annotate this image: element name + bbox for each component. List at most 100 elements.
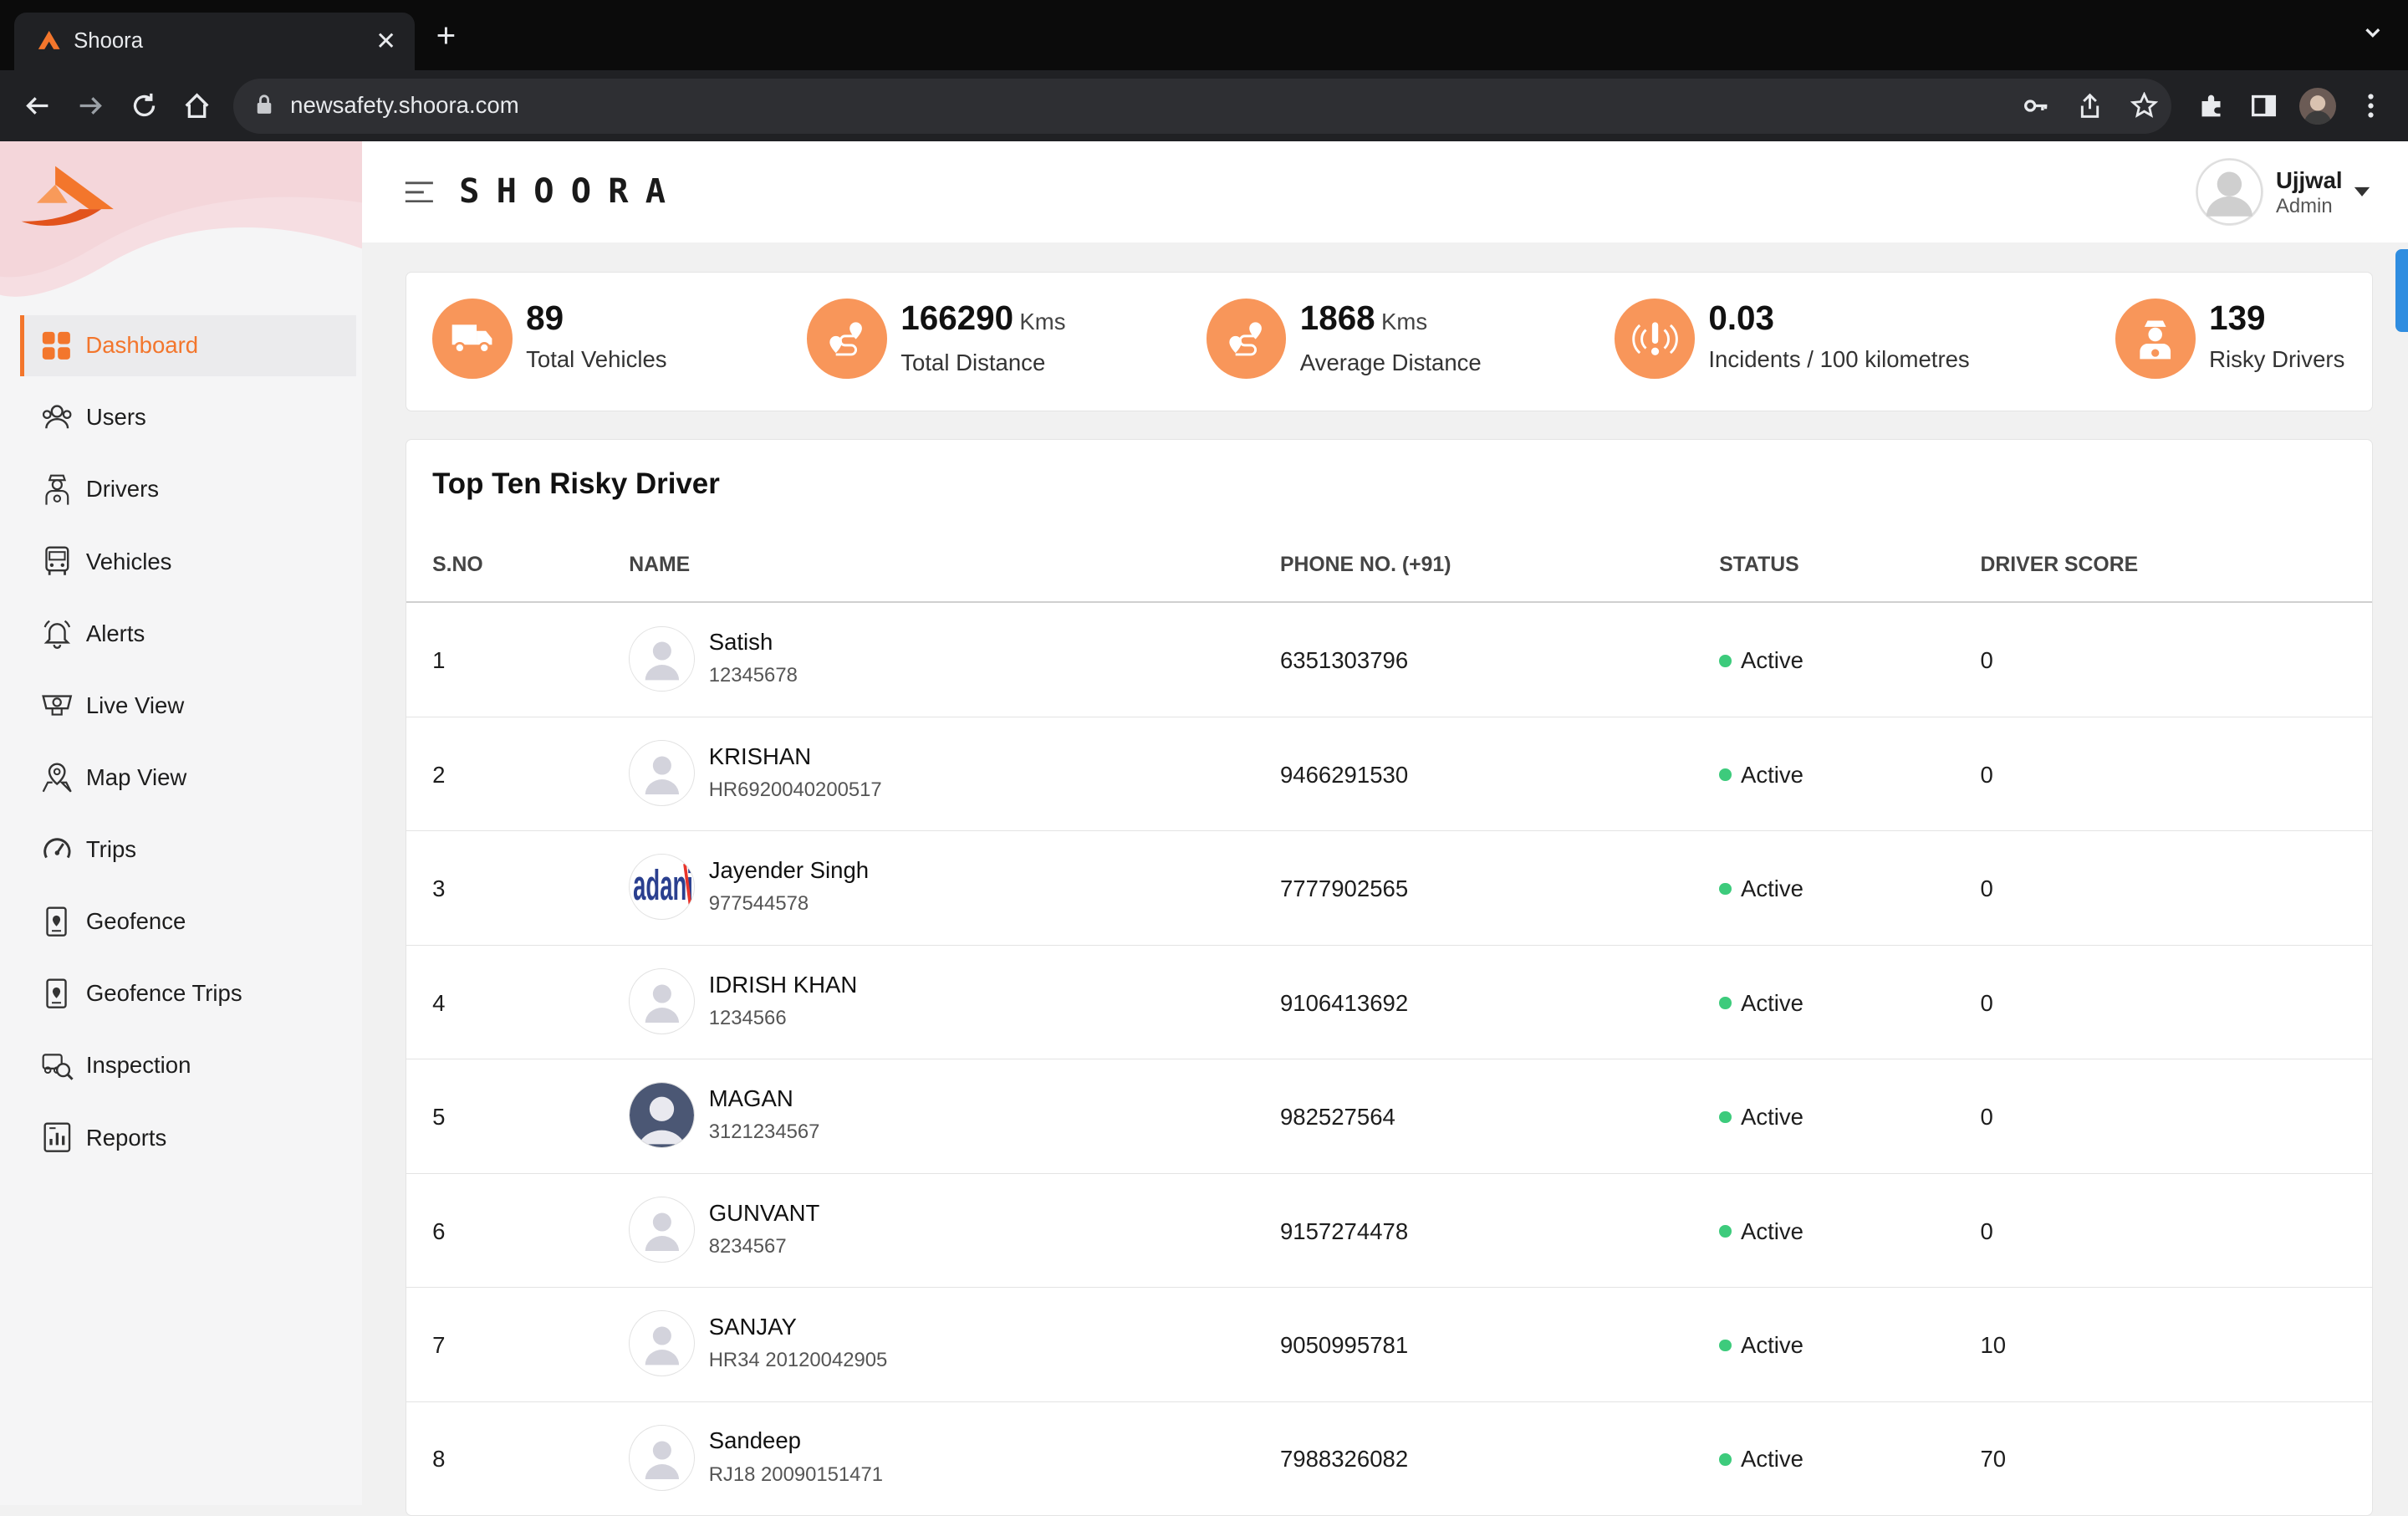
- table-row[interactable]: 2 KRISHAN HR6920040200517 9466291530 Active 0: [406, 717, 2372, 832]
- sidebar-item-vehicles[interactable]: Vehicles: [20, 531, 356, 592]
- driver-avatar: [629, 967, 696, 1034]
- status-badge: Active: [1719, 762, 1803, 789]
- sidebar-item-drivers[interactable]: Drivers: [20, 459, 356, 520]
- caret-down-icon[interactable]: [2353, 186, 2371, 198]
- user-avatar[interactable]: [2196, 158, 2264, 226]
- sidebar-item-users[interactable]: Users: [20, 387, 356, 448]
- row-sno: 5: [432, 1104, 446, 1131]
- tab-search-chevron-icon[interactable]: [2362, 22, 2384, 43]
- sidebar-item-trips[interactable]: Trips: [20, 819, 356, 880]
- sidebar-item-label: Geofence: [85, 908, 186, 935]
- stat-value: 139: [2209, 299, 2266, 338]
- back-icon[interactable]: [18, 88, 55, 125]
- browser-tabbar: Shoora ✕ +: [0, 0, 2408, 71]
- driver-name[interactable]: SANJAY: [709, 1314, 797, 1340]
- row-sno: 4: [432, 989, 446, 1016]
- stat-value: 89: [526, 299, 564, 338]
- stat-value: 166290: [900, 299, 1014, 338]
- forward-icon[interactable]: [72, 88, 109, 125]
- home-icon[interactable]: [178, 88, 215, 125]
- table-row[interactable]: 4 IDRISH KHAN 1234566 9106413692 Active 0: [406, 945, 2372, 1060]
- driver-id: RJ18 20090151471: [708, 1462, 883, 1486]
- driver-phone: 9050995781: [1279, 1332, 1409, 1359]
- driver-score: 70: [1980, 1446, 2007, 1473]
- url-text: newsafety.shoora.com: [290, 92, 519, 119]
- status-badge: Active: [1719, 875, 1803, 902]
- driver-name[interactable]: IDRISH KHAN: [709, 972, 858, 998]
- tab-title: Shoora: [74, 29, 144, 54]
- sidebar-item-map-view[interactable]: Map View: [20, 747, 356, 808]
- column-header-driver-score: DRIVER SCORE: [1980, 554, 2139, 577]
- sidebar-item-reports[interactable]: Reports: [20, 1107, 356, 1168]
- driver-name[interactable]: Satish: [709, 629, 773, 656]
- sidebar-item-dashboard[interactable]: Dashboard: [19, 314, 357, 376]
- users-icon: [40, 401, 74, 434]
- side-panel-icon[interactable]: [2245, 88, 2282, 125]
- sidebar-item-label: Trips: [85, 836, 137, 863]
- status-dot-icon: [1719, 1110, 1732, 1124]
- status-dot-icon: [1719, 654, 1732, 667]
- sidebar-item-geofence[interactable]: Geofence: [20, 891, 356, 952]
- share-icon[interactable]: [2072, 88, 2109, 125]
- chrome-profile-avatar[interactable]: [2298, 87, 2336, 125]
- sidebar-item-label: Alerts: [85, 620, 145, 646]
- reload-icon[interactable]: [126, 88, 163, 125]
- driver-name[interactable]: Sandeep: [709, 1427, 801, 1454]
- stat-label: Average Distance: [1299, 350, 1482, 376]
- driver-avatar: [629, 1082, 696, 1149]
- sidebar-item-inspection[interactable]: Inspection: [20, 1035, 356, 1096]
- address-bar[interactable]: newsafety.shoora.com: [233, 78, 2172, 134]
- status-badge: Active: [1719, 1104, 1803, 1131]
- sidebar-nav: Dashboard Users Drivers Vehicles Alerts: [19, 314, 357, 1180]
- status-text: Active: [1740, 1217, 1803, 1244]
- geofence-icon: [40, 905, 74, 938]
- table-row[interactable]: 3 adani Jayender Singh 977544578 7777902565 A…: [406, 831, 2372, 946]
- driver-avatar: [629, 1310, 696, 1377]
- status-text: Active: [1740, 875, 1803, 902]
- stat-label: Risky Drivers: [2209, 346, 2345, 373]
- sidebar-item-live-view[interactable]: Live View: [20, 675, 356, 736]
- stat-risky-drivers: 139 Risky Drivers: [2115, 299, 2344, 379]
- driver-phone: 7777902565: [1279, 875, 1409, 902]
- password-key-icon[interactable]: [2018, 88, 2054, 125]
- table-row[interactable]: 7 SANJAY HR34 20120042905 9050995781 Active 1…: [406, 1288, 2372, 1402]
- tab-close-icon[interactable]: ✕: [375, 27, 396, 56]
- driver-id: 8234567: [708, 1234, 787, 1258]
- sidebar-item-geofence-trips[interactable]: Geofence Trips: [20, 963, 356, 1024]
- driver-name[interactable]: Jayender Singh: [709, 857, 869, 884]
- stat-total-distance: 166290 Kms Total Distance: [807, 299, 1065, 379]
- driver-name[interactable]: KRISHAN: [709, 743, 811, 770]
- driver-score: 10: [1980, 1332, 2007, 1359]
- table-row[interactable]: 1 Satish 12345678 6351303796 Active 0: [406, 603, 2372, 717]
- driver-name[interactable]: GUNVANT: [709, 1200, 820, 1227]
- browser-tab[interactable]: Shoora ✕: [13, 12, 415, 71]
- user-name[interactable]: Ujjwal: [2276, 167, 2343, 194]
- driver-id: 3121234567: [708, 1120, 820, 1144]
- sidebar-item-alerts[interactable]: Alerts: [20, 603, 356, 664]
- shoora-logo-icon[interactable]: [18, 163, 117, 231]
- table-row[interactable]: 8 Sandeep RJ18 20090151471 7988326082 Active…: [406, 1401, 2372, 1515]
- driver-score: 0: [1980, 989, 1993, 1016]
- table-row[interactable]: 6 GUNVANT 8234567 9157274478 Active 0: [406, 1173, 2372, 1289]
- bell-icon: [40, 617, 74, 651]
- driver-phone: 6351303796: [1279, 647, 1409, 674]
- new-tab-button[interactable]: +: [436, 18, 457, 52]
- extensions-icon[interactable]: [2193, 88, 2230, 125]
- stat-label: Total Distance: [900, 350, 1046, 376]
- chrome-menu-icon[interactable]: [2353, 88, 2390, 125]
- status-badge: Active: [1719, 1218, 1803, 1245]
- sidebar-item-label: Live View: [85, 692, 185, 718]
- scrollbar-thumb[interactable]: [2395, 248, 2408, 332]
- table-row[interactable]: 5 MAGAN 3121234567 982527564 Active 0: [406, 1059, 2372, 1174]
- reports-icon: [40, 1120, 74, 1154]
- status-text: Active: [1740, 647, 1803, 674]
- driver-name[interactable]: MAGAN: [709, 1085, 793, 1112]
- stat-total-vehicles: 89 Total Vehicles: [432, 299, 667, 379]
- inspection-icon: [40, 1049, 74, 1082]
- hamburger-menu-icon[interactable]: [404, 181, 435, 203]
- driver-score: 0: [1980, 761, 1993, 788]
- driver-id: 1234566: [708, 1006, 787, 1029]
- status-dot-icon: [1719, 1453, 1732, 1466]
- bookmark-star-icon[interactable]: [2125, 88, 2162, 125]
- geofence-trips-icon: [40, 977, 74, 1010]
